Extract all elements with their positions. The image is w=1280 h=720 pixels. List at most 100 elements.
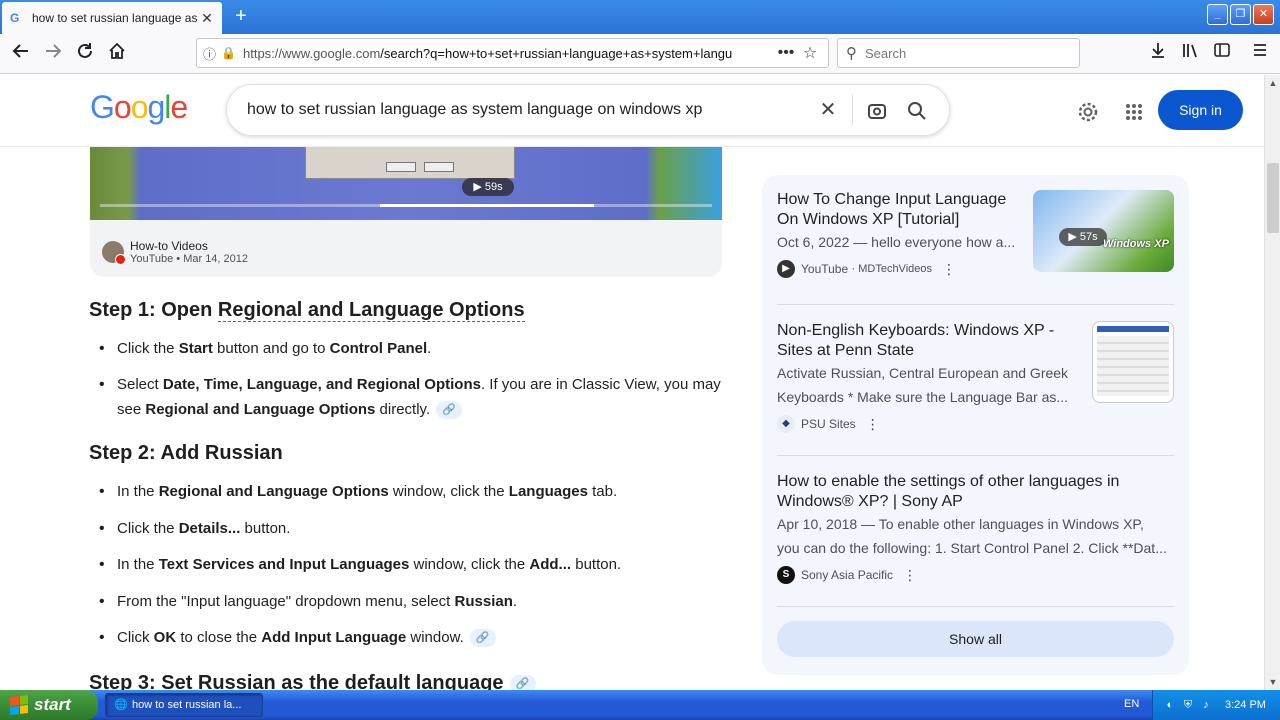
library-button[interactable] bbox=[1177, 41, 1203, 67]
result-1-duration: ▶ 57s bbox=[1059, 228, 1107, 246]
result-source: ◆ PSU Sites ⋮ bbox=[777, 415, 1174, 433]
search-divider bbox=[852, 95, 853, 125]
taskbar-browser-item[interactable]: 🌐 how to set russian la... bbox=[105, 693, 263, 717]
result-title[interactable]: How to enable the settings of other lang… bbox=[777, 472, 1174, 512]
result-snippet-2: you can do the following: 1. Start Contr… bbox=[777, 540, 1167, 556]
home-icon bbox=[109, 42, 125, 59]
result-source: S Sony Asia Pacific ⋮ bbox=[777, 566, 1174, 584]
google-search-box[interactable]: how to set russian language as system la… bbox=[226, 84, 950, 136]
source-name: YouTube bbox=[801, 262, 849, 276]
google-logo[interactable]: Google bbox=[90, 89, 188, 126]
new-tab-button[interactable]: + bbox=[230, 6, 252, 28]
security-shield-tray-icon[interactable]: ⛨ bbox=[1181, 698, 1195, 712]
show-all-button[interactable]: Show all bbox=[777, 621, 1174, 657]
apps-grid-icon[interactable] bbox=[1120, 97, 1148, 125]
more-options-icon[interactable]: ⋮ bbox=[942, 261, 956, 278]
browser-search-placeholder: Search bbox=[865, 45, 907, 61]
list-item: From the "Input language" dropdown menu,… bbox=[99, 589, 727, 614]
channel-avatar bbox=[102, 241, 126, 265]
divider bbox=[777, 455, 1174, 456]
browser-tab[interactable]: G how to set russian language as sy ✕ bbox=[2, 2, 222, 34]
results-main: ▶ 59s How-to Videos YouTube • Mar 14, 20… bbox=[0, 147, 1264, 690]
video-source: How-to Videos YouTube • Mar 14, 2012 bbox=[102, 239, 248, 265]
youtube-channel-icon: ▶ bbox=[777, 260, 795, 278]
regional-options-link[interactable]: Regional and Language Options bbox=[217, 299, 525, 322]
list-item: Select Date, Time, Language, and Regiona… bbox=[99, 372, 727, 422]
lock-icon[interactable]: 🔒 bbox=[221, 46, 239, 60]
back-button[interactable] bbox=[8, 41, 34, 67]
page-actions-icon[interactable]: ••• bbox=[774, 44, 798, 62]
back-arrow-icon bbox=[12, 44, 28, 58]
divider bbox=[777, 606, 1174, 607]
step-3-heading-text: Step 3: Set Russian as the default langu… bbox=[89, 672, 504, 690]
browser-search-box[interactable]: ⚲ Search bbox=[837, 38, 1080, 68]
video-thumbnail[interactable]: ▶ 59s bbox=[90, 147, 722, 220]
close-window-button[interactable]: ✕ bbox=[1253, 4, 1274, 25]
clear-search-icon[interactable]: ✕ bbox=[808, 90, 848, 130]
hamburger-menu-icon bbox=[1254, 44, 1266, 56]
related-results-panel: How To Change Input Language On Windows … bbox=[762, 175, 1189, 675]
result-snippet: Apr 10, 2018 — To enable other languages… bbox=[777, 516, 1144, 532]
source-subname: · MDTechVideos bbox=[851, 263, 933, 275]
gear-icon bbox=[1078, 102, 1098, 121]
scroll-up-arrow-icon[interactable]: ▲ bbox=[1265, 75, 1280, 91]
reload-button[interactable] bbox=[72, 41, 98, 67]
result-snippet: Oct 6, 2022 — hello everyone how a... bbox=[777, 234, 1016, 250]
result-title[interactable]: Non-English Keyboards: Windows XP - Site… bbox=[777, 321, 1067, 361]
search-query[interactable]: how to set russian language as system la… bbox=[247, 101, 808, 119]
close-tab-icon[interactable]: ✕ bbox=[200, 10, 214, 27]
magnifier-icon bbox=[908, 101, 926, 120]
list-item: Click the Details... button. bbox=[99, 516, 727, 541]
more-options-icon[interactable]: ⋮ bbox=[866, 416, 880, 433]
forward-arrow-icon bbox=[46, 44, 62, 58]
bookmark-star-icon[interactable]: ☆ bbox=[798, 43, 822, 63]
sidebar-button[interactable] bbox=[1209, 41, 1235, 67]
library-icon bbox=[1183, 44, 1197, 58]
sign-in-button[interactable]: Sign in bbox=[1158, 90, 1243, 130]
search-icon: ⚲ bbox=[846, 45, 857, 62]
source-link-icon[interactable]: 🔗 bbox=[436, 401, 463, 420]
vertical-scrollbar[interactable]: ▲ ▼ bbox=[1264, 75, 1280, 690]
video-card[interactable]: ▶ 59s How-to Videos YouTube • Mar 14, 20… bbox=[90, 147, 722, 277]
result-title[interactable]: How To Change Input Language On Windows … bbox=[777, 190, 1027, 230]
step-3-heading: Step 3: Set Russian as the default langu… bbox=[89, 672, 536, 690]
language-indicator[interactable]: EN bbox=[1124, 698, 1139, 710]
step-1-heading: Step 1: Open Regional and Language Optio… bbox=[89, 299, 525, 322]
source-name: Sony Asia Pacific bbox=[801, 568, 894, 582]
scroll-down-arrow-icon[interactable]: ▼ bbox=[1265, 674, 1280, 690]
play-icon: ▶ bbox=[473, 181, 485, 193]
google-favicon-icon: G bbox=[10, 11, 20, 25]
home-button[interactable] bbox=[104, 41, 130, 67]
clock[interactable]: 3:24 PM bbox=[1225, 699, 1266, 711]
sidebar-icon bbox=[1214, 43, 1230, 57]
lens-camera-icon[interactable] bbox=[857, 90, 897, 130]
video-duration-badge: ▶ 59s bbox=[462, 178, 514, 196]
volume-tray-icon[interactable]: ♪ bbox=[1199, 698, 1213, 712]
minimize-button[interactable]: _ bbox=[1207, 4, 1228, 25]
result-1-thumbnail[interactable]: ▶ 57s Windows XP bbox=[1033, 190, 1174, 272]
info-icon[interactable]: ⓘ bbox=[203, 44, 221, 63]
nav-toolbar: ⓘ 🔒 https://www.google.com/search?q=how+… bbox=[0, 34, 1280, 74]
source-link-icon[interactable]: 🔗 bbox=[509, 674, 536, 690]
psu-shield-icon: ◆ bbox=[777, 415, 795, 433]
source-link-icon[interactable]: 🔗 bbox=[469, 629, 496, 648]
network-tray-icon[interactable]: ◐ bbox=[1163, 698, 1177, 712]
google-search-button[interactable] bbox=[897, 90, 937, 130]
taskbar-item-title: how to set russian la... bbox=[132, 699, 242, 711]
list-item: Click the Start button and go to Control… bbox=[99, 336, 727, 361]
result-2-thumbnail[interactable] bbox=[1092, 321, 1174, 403]
maximize-button[interactable]: ❐ bbox=[1230, 4, 1251, 25]
url-text[interactable]: https://www.google.com/search?q=how+to+s… bbox=[243, 46, 774, 61]
forward-button[interactable] bbox=[40, 41, 66, 67]
url-bar[interactable]: ⓘ 🔒 https://www.google.com/search?q=how+… bbox=[196, 38, 829, 68]
start-button[interactable]: start bbox=[0, 690, 98, 720]
scroll-thumb[interactable] bbox=[1267, 163, 1279, 233]
list-item: In the Regional and Language Options win… bbox=[99, 479, 727, 504]
menu-button[interactable] bbox=[1247, 41, 1273, 67]
downloads-button[interactable] bbox=[1145, 41, 1171, 67]
related-result-3[interactable]: How to enable the settings of other lang… bbox=[777, 472, 1174, 584]
video-progress-bar bbox=[100, 204, 712, 207]
browser-app-icon: 🌐 bbox=[114, 699, 128, 711]
more-options-icon[interactable]: ⋮ bbox=[903, 567, 917, 584]
settings-gear-icon[interactable] bbox=[1074, 97, 1102, 125]
